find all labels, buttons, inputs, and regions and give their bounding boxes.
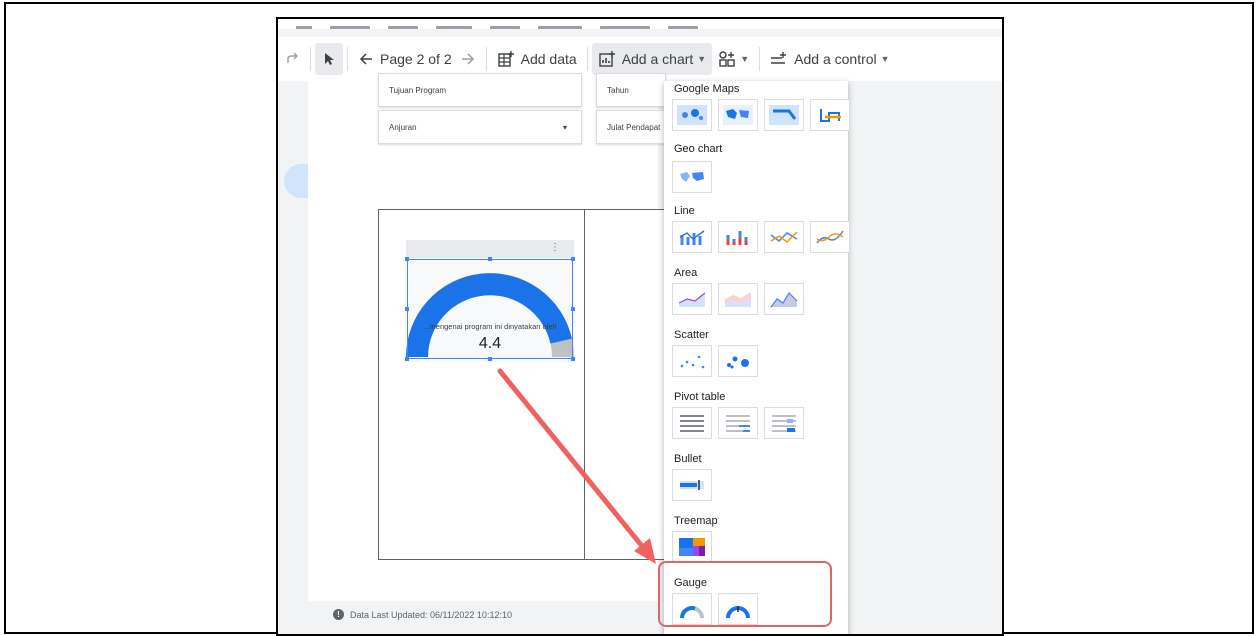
annotation-arrow	[497, 368, 656, 564]
